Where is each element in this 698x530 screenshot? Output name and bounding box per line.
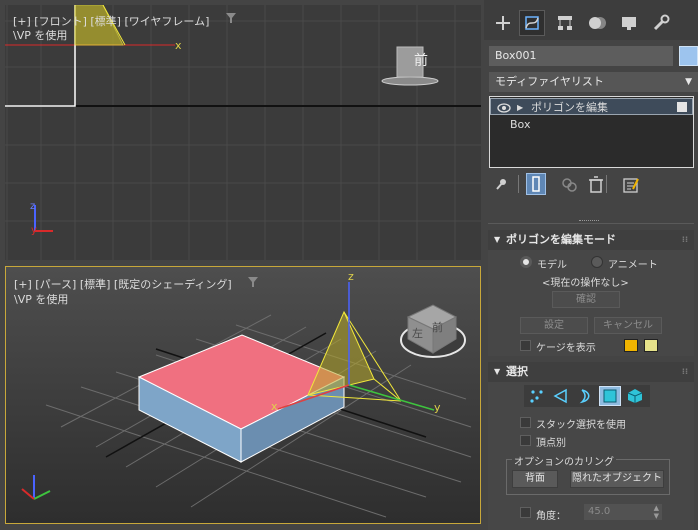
panel-divider (488, 223, 694, 224)
vertex-mode-icon[interactable] (527, 387, 547, 405)
viewcube-face-front[interactable]: 前 (432, 319, 443, 335)
perspective-viewport-canvas (6, 267, 480, 523)
filter-icon[interactable] (225, 12, 237, 24)
rollout-title: ポリゴンを編集モード (506, 233, 616, 246)
confirm-button[interactable]: 確認 (552, 291, 620, 308)
radio-model-label: モデル (537, 260, 567, 271)
use-stack-selection-checkbox[interactable] (520, 417, 531, 428)
front-viewport[interactable]: [+] [フロント] [標準] [ワイヤフレーム] \VP を使用 x z y … (5, 5, 481, 260)
settings-button[interactable]: 設定 (520, 317, 588, 334)
motion-icon (589, 17, 606, 29)
cancel-button[interactable]: キャンセル (594, 317, 662, 334)
display-monitor-icon (622, 17, 636, 30)
persp-viewport-sublabel: \VP を使用 (14, 293, 69, 306)
rollout-grip-icon[interactable]: ⁝⁝ (682, 230, 688, 250)
show-cage-checkbox[interactable] (520, 340, 531, 351)
tab-display[interactable] (616, 10, 642, 36)
front-axis-x-label: x (175, 39, 182, 52)
eye-icon[interactable] (497, 99, 511, 120)
modifier-list-label: モディファイヤリスト (495, 75, 604, 88)
radio-animate[interactable] (591, 256, 603, 268)
make-unique-icon[interactable] (561, 176, 579, 197)
by-vertex-label: 頂点別 (536, 438, 566, 449)
edge-mode-icon[interactable] (551, 387, 571, 405)
rollout-title: 選択 (506, 365, 528, 378)
persp-gizmo-x-label: x (271, 400, 278, 413)
toolbar-separator (606, 175, 607, 193)
viewcube-face-front[interactable]: 前 (414, 50, 428, 70)
show-end-result-button[interactable] (526, 173, 546, 195)
stack-item-box[interactable]: Box (510, 116, 698, 133)
stack-item-edit-poly[interactable]: ▶ ポリゴンを編集 (490, 98, 693, 115)
angle-checkbox[interactable] (520, 507, 531, 518)
rollout-edit-poly-mode: ▼ ポリゴンを編集モード ⁝⁝ モデル アニメート <現在の操作なし> 確認 設… (488, 230, 694, 356)
configure-sets-icon[interactable] (622, 176, 640, 197)
backface-button[interactable]: 背面 (512, 470, 558, 488)
modifier-list-dropdown[interactable]: モディファイヤリスト ▼ (489, 72, 698, 92)
modify-curve-icon (525, 16, 539, 30)
radio-animate-label: アニメート (608, 260, 658, 271)
object-name-field[interactable]: Box001 (489, 46, 673, 66)
cage-color-swatch[interactable] (624, 339, 638, 352)
border-mode-icon[interactable] (575, 387, 595, 405)
modifier-toggle-box[interactable] (677, 102, 687, 112)
rollout-selection: ▼ 選択 ⁝⁝ スタック選択を使用 頂点別 オプションのカリング 背面 隠れたオ… (488, 362, 694, 530)
rollout-header[interactable]: ▼ 選択 ⁝⁝ (488, 362, 694, 382)
end-result-icon (532, 176, 540, 192)
front-viewport-canvas (5, 5, 481, 260)
collapse-arrow-icon: ▼ (494, 235, 501, 244)
spinner-arrows-icon[interactable]: ▲ ▼ (654, 504, 659, 520)
radio-model[interactable] (520, 256, 532, 268)
element-mode-icon[interactable] (625, 387, 645, 405)
stack-item-label: ポリゴンを編集 (531, 101, 608, 114)
pin-stack-icon[interactable] (492, 177, 508, 193)
tab-utilities[interactable] (648, 10, 674, 36)
viewcube-face-left[interactable]: 左 (412, 325, 423, 341)
object-color-swatch[interactable] (679, 46, 698, 66)
front-axis-y-label: y (31, 225, 37, 236)
occluded-objects-button[interactable]: 隠れたオブジェクト (570, 470, 664, 488)
command-panel-tabs (484, 0, 698, 40)
front-viewport-sublabel: \VP を使用 (13, 29, 68, 42)
front-viewcube (381, 46, 439, 86)
dropdown-arrow-icon: ▼ (685, 77, 692, 87)
angle-spinner[interactable]: 45.0 ▲ ▼ (584, 504, 662, 520)
use-stack-selection-label: スタック選択を使用 (536, 420, 626, 431)
subobject-toolbar (524, 385, 650, 407)
culling-group-label: オプションのカリング (512, 453, 616, 468)
polygon-mode-button[interactable] (599, 386, 621, 406)
toolbar-separator (518, 175, 519, 193)
rollout-header[interactable]: ▼ ポリゴンを編集モード ⁝⁝ (488, 230, 694, 250)
expand-arrow-icon[interactable]: ▶ (517, 99, 523, 116)
by-vertex-checkbox[interactable] (520, 435, 531, 446)
wrench-icon (653, 14, 670, 31)
front-axis-z-label: z (30, 201, 36, 212)
front-axis-tripod (34, 205, 53, 232)
tab-create[interactable] (490, 10, 516, 36)
tab-hierarchy[interactable] (552, 10, 578, 36)
perspective-viewport[interactable]: [+] [パース] [標準] [既定のシェーディング] \VP を使用 z y … (5, 266, 481, 524)
persp-gizmo-y-label: y (434, 401, 441, 414)
angle-label: 角度： (536, 511, 566, 522)
rollout-grip-icon[interactable]: ⁝⁝ (682, 362, 688, 382)
plus-icon (496, 16, 510, 30)
trash-icon[interactable] (588, 176, 604, 197)
hierarchy-icon (558, 16, 572, 30)
command-panel: Box001 モディファイヤリスト ▼ ▶ ポリゴンを編集 Box ▼ ポリゴン… (484, 0, 698, 530)
show-cage-label: ケージを表示 (536, 343, 596, 354)
persp-viewport-label[interactable]: [+] [パース] [標準] [既定のシェーディング] (14, 276, 232, 292)
current-operation-label: <現在の操作なし> (542, 278, 629, 289)
tab-modify[interactable] (519, 10, 545, 36)
collapse-arrow-icon: ▼ (494, 367, 501, 376)
filter-icon[interactable] (247, 276, 259, 288)
cage-selected-color-swatch[interactable] (644, 339, 658, 352)
angle-value: 45.0 (588, 506, 611, 517)
tab-motion[interactable] (584, 10, 610, 36)
persp-gizmo-z-label: z (348, 270, 354, 283)
modifier-stack[interactable]: ▶ ポリゴンを編集 Box (489, 96, 694, 168)
polygon-mode-icon (603, 389, 617, 403)
